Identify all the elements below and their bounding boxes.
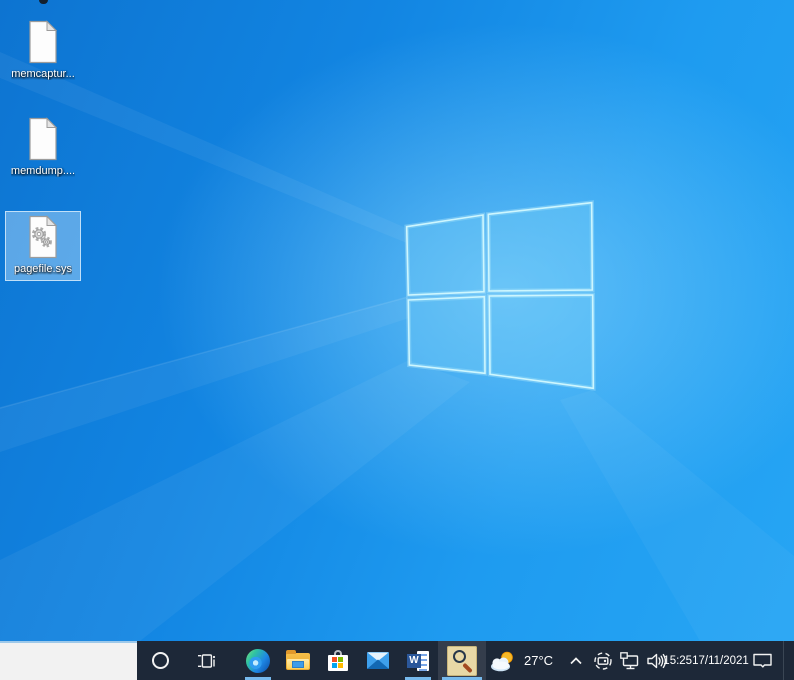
action-center-button[interactable] [742, 641, 782, 680]
clock-time: 15:25 [663, 654, 693, 667]
taskbar-app-file-explorer[interactable] [278, 641, 318, 680]
taskbar-search-box[interactable] [0, 641, 137, 680]
word-icon: W [406, 650, 429, 671]
cortana-circle-icon [152, 652, 170, 669]
action-center-icon [752, 653, 772, 668]
taskbar-app-edge[interactable] [238, 641, 278, 680]
taskbar-app-store[interactable] [318, 641, 358, 680]
ethernet-network-icon [620, 651, 639, 669]
camera-dashed-circle-icon [594, 651, 612, 670]
desktop-icon-pagefile[interactable]: pagefile.sys [5, 211, 81, 281]
tray-capture-tool-button[interactable] [590, 641, 616, 680]
system-gear-file-icon [29, 215, 58, 259]
taskbar-app-search-tool[interactable] [437, 641, 486, 680]
desktop-icon-label: memdump.... [10, 165, 76, 177]
desktop-icon-memdump[interactable]: memdump.... [5, 113, 81, 183]
edge-browser-icon [245, 648, 270, 673]
wallpaper-light-beams-and-logo [0, 52, 794, 641]
task-view-button[interactable] [185, 641, 229, 680]
document-file-icon [29, 20, 58, 64]
weather-widget[interactable]: 27°C [486, 641, 562, 680]
microsoft-store-icon [327, 649, 348, 672]
desktop-icon-memcapture[interactable]: memcaptur... [5, 16, 81, 86]
document-file-icon [29, 117, 58, 161]
desktop-icon-label: pagefile.sys [13, 263, 73, 275]
show-hidden-icons-button[interactable] [563, 641, 589, 680]
desktop-icon-label: memcaptur... [11, 68, 75, 80]
magnifier-tool-icon [446, 645, 477, 676]
taskbar-app-mail[interactable] [358, 641, 398, 680]
show-desktop-button[interactable] [783, 641, 791, 680]
desktop-wallpaper [0, 0, 794, 680]
mail-envelope-icon [366, 652, 389, 669]
taskbar-app-word[interactable]: W [398, 641, 438, 680]
system-tray: 27°C 15:25 17/11/2021 [486, 641, 794, 680]
clock[interactable]: 15:25 17/11/2021 [663, 641, 748, 680]
taskbar: W 27°C 15:25 17/11/2021 [0, 641, 794, 680]
file-explorer-icon [285, 650, 310, 670]
cortana-button[interactable] [137, 641, 185, 680]
network-status-button[interactable] [617, 641, 643, 680]
clock-date: 17/11/2021 [692, 654, 749, 667]
temperature-label: 27°C [523, 653, 554, 668]
hidden-icons-chevron-icon [570, 656, 582, 664]
sun-behind-cloud-icon [490, 651, 513, 671]
task-view-icon [197, 653, 216, 668]
